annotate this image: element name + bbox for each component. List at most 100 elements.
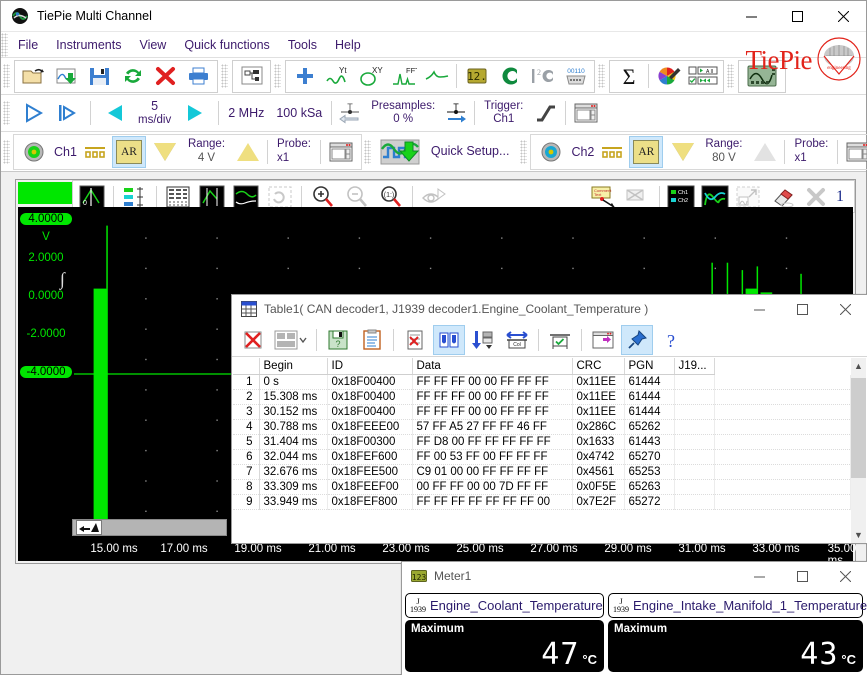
ch1-range-up-button[interactable] bbox=[232, 137, 263, 166]
meter-cell-1[interactable]: J 1939 Engine_Coolant_Temperature Maximu… bbox=[405, 593, 604, 672]
menu-item-file[interactable]: File bbox=[9, 35, 47, 55]
serial-decoder-icon[interactable]: 00110 bbox=[560, 62, 591, 91]
sort-icon[interactable] bbox=[468, 326, 498, 354]
meter-2-value-display[interactable]: Maximum 43 °C bbox=[608, 620, 863, 672]
toolbar-grip-2[interactable] bbox=[221, 64, 228, 88]
menu-item-help[interactable]: Help bbox=[326, 35, 370, 55]
color-icon[interactable] bbox=[653, 62, 684, 91]
sweep-icon[interactable] bbox=[421, 62, 452, 91]
meter-cell-2[interactable]: J 1939 Engine_Intake_Manifold_1_Temperat… bbox=[608, 593, 867, 672]
sample-rate-label[interactable]: 2 MHz bbox=[222, 106, 270, 120]
ch1-autorange-button[interactable]: AR bbox=[111, 135, 146, 168]
timebase-increase-button[interactable] bbox=[178, 99, 209, 128]
i2c-decoder-icon[interactable]: 2 bbox=[527, 62, 558, 91]
presample-marker-icon[interactable]: T bbox=[336, 99, 364, 128]
acq-grip-1[interactable] bbox=[3, 101, 10, 125]
ch1-range-down-button[interactable] bbox=[150, 137, 181, 166]
clear-icon[interactable] bbox=[400, 326, 430, 354]
table-maximize-button[interactable] bbox=[781, 295, 824, 323]
table-row[interactable]: 7 32.676 ms 0x18FEE500 C9 01 00 00 FF FF FF… bbox=[233, 464, 851, 480]
table-row[interactable]: 2 15.308 ms 0x18F00400 FF FF FF 00 00 FF FF… bbox=[233, 389, 851, 405]
table-row[interactable]: 8 33.309 ms 0x18FEEF00 00 FF FF 00 00 7D FF… bbox=[233, 479, 851, 495]
pin-icon[interactable] bbox=[621, 324, 653, 355]
scroll-down-button[interactable]: ▼ bbox=[851, 527, 866, 543]
trigger-display[interactable]: Trigger: Ch1 bbox=[478, 100, 529, 126]
save-as-measurement-icon[interactable] bbox=[51, 62, 82, 91]
menu-item-instruments[interactable]: Instruments bbox=[47, 35, 130, 55]
table-row[interactable]: 10 s 0x18F00400 FF FF FF 00 00 FF FF FF 0x1… bbox=[233, 374, 851, 390]
ch2-dc-coupling-icon[interactable] bbox=[599, 137, 625, 166]
table-column-header[interactable]: J19... bbox=[674, 358, 715, 375]
object-tree-icon[interactable] bbox=[236, 62, 267, 91]
timebase-decrease-button[interactable] bbox=[100, 99, 131, 128]
c-decoder-icon[interactable] bbox=[494, 62, 525, 91]
toolbar-grip-4[interactable] bbox=[598, 64, 605, 88]
meter-close-button[interactable] bbox=[824, 562, 867, 590]
table-row[interactable]: 5 31.404 ms 0x18F00300 FF D8 00 FF FF FF FF… bbox=[233, 434, 851, 450]
table-row[interactable]: 3 30.152 ms 0x18F00400 FF FF FF 00 00 FF FF… bbox=[233, 404, 851, 420]
help-icon[interactable]: ? bbox=[656, 326, 686, 354]
delete-table-icon[interactable] bbox=[238, 326, 268, 354]
ch1-probe-display[interactable]: Probe: x1 bbox=[271, 138, 317, 164]
menu-item-quick-functions[interactable]: Quick functions bbox=[175, 35, 278, 55]
meter-1-value-display[interactable]: Maximum 47 °C bbox=[405, 620, 604, 672]
table-column-header[interactable]: PGN bbox=[624, 358, 675, 375]
save-icon[interactable]: ? bbox=[323, 326, 353, 354]
offset-handle-icon[interactable]: ∫ bbox=[60, 269, 72, 295]
export-icon[interactable] bbox=[588, 326, 618, 354]
play-icon[interactable] bbox=[17, 99, 48, 128]
minimize-button[interactable] bbox=[728, 1, 774, 32]
quick-setup-label[interactable]: Quick Setup... bbox=[425, 144, 516, 158]
refresh-icon[interactable] bbox=[117, 62, 148, 91]
table-row[interactable]: 4 30.788 ms 0x18FEEE00 57 FF A5 27 FF FF 46… bbox=[233, 419, 851, 435]
ch2-range-down-button[interactable] bbox=[667, 137, 698, 166]
table-row[interactable]: 9 33.949 ms 0x18FEF800 FF FF FF FF FF FF FF… bbox=[233, 494, 851, 510]
fft-graph-icon[interactable]: FFT bbox=[388, 62, 419, 91]
table-vertical-scrollbar[interactable]: ▲ ▼ bbox=[851, 358, 866, 543]
meter-maximize-button[interactable] bbox=[781, 562, 824, 590]
toolbar-grip-3[interactable] bbox=[274, 64, 281, 88]
meter-2-header[interactable]: J 1939 Engine_Intake_Manifold_1_Temperat… bbox=[608, 593, 867, 618]
save-icon[interactable] bbox=[84, 62, 115, 91]
quick-setup-icon[interactable] bbox=[378, 137, 424, 166]
toolbar-grip-5[interactable] bbox=[727, 64, 734, 88]
meter-icon[interactable]: 12. bbox=[461, 62, 492, 91]
table-column-header[interactable]: Begin bbox=[259, 358, 328, 375]
layout-icon[interactable] bbox=[272, 326, 310, 354]
ch2-range-up-button[interactable] bbox=[749, 137, 780, 166]
ch2-probe-display[interactable]: Probe: x1 bbox=[788, 138, 834, 164]
menu-grip[interactable] bbox=[1, 32, 8, 57]
ch1-dc-coupling-icon[interactable] bbox=[82, 137, 108, 166]
yt-graph-icon[interactable]: Yt bbox=[322, 62, 353, 91]
presamples-display[interactable]: Presamples: 0 % bbox=[365, 100, 441, 126]
table-grid-container[interactable]: Begin ID Data CRC PGN J19... 10 s 0x18F00400 FF… bbox=[233, 358, 851, 542]
scroll-up-button[interactable]: ▲ bbox=[851, 358, 866, 374]
columns-icon[interactable] bbox=[433, 324, 465, 355]
sum-icon[interactable]: Σ bbox=[613, 62, 644, 91]
menu-item-tools[interactable]: Tools bbox=[279, 35, 326, 55]
open-icon[interactable] bbox=[18, 62, 49, 91]
add-icon[interactable] bbox=[289, 62, 320, 91]
print-icon[interactable] bbox=[183, 62, 214, 91]
toolbar-grip-1[interactable] bbox=[3, 64, 10, 88]
ch-grip-3[interactable] bbox=[520, 139, 528, 164]
postsample-marker-icon[interactable]: T bbox=[442, 99, 470, 128]
autofit-icon[interactable]: Col bbox=[502, 326, 532, 354]
record-length-label[interactable]: 100 kSa bbox=[270, 106, 328, 120]
close-button[interactable] bbox=[820, 1, 866, 32]
delete-icon[interactable] bbox=[150, 62, 181, 91]
maximize-button[interactable] bbox=[774, 1, 820, 32]
graph-pan-handle[interactable] bbox=[72, 519, 227, 536]
copy-icon[interactable] bbox=[357, 326, 387, 354]
ch-grip-2[interactable] bbox=[363, 139, 371, 164]
ch2-enable-icon[interactable] bbox=[535, 137, 566, 166]
check-columns-icon[interactable] bbox=[545, 326, 575, 354]
table-row[interactable]: 6 32.044 ms 0x18FEF600 FF 00 53 FF 00 FF FF… bbox=[233, 449, 851, 465]
ch1-settings-icon[interactable] bbox=[325, 137, 357, 166]
ch2-autorange-button[interactable]: AR bbox=[629, 135, 664, 168]
single-step-icon[interactable] bbox=[50, 99, 81, 128]
xy-graph-icon[interactable]: XY bbox=[355, 62, 386, 91]
table-close-button[interactable] bbox=[824, 295, 867, 323]
menu-item-view[interactable]: View bbox=[130, 35, 175, 55]
table-column-header[interactable]: ID bbox=[327, 358, 413, 375]
